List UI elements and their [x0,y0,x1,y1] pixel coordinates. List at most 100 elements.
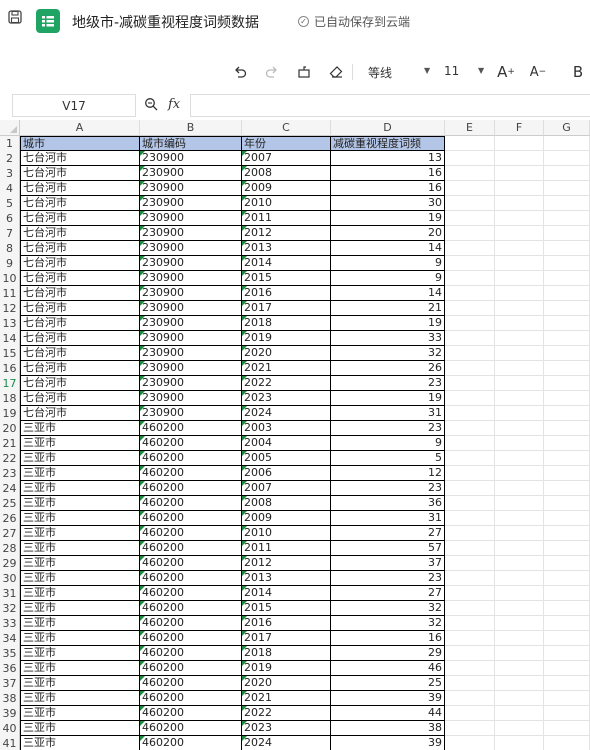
frequency-cell[interactable]: 19 [331,316,445,331]
column-header-g[interactable]: G [544,120,590,136]
city-code-cell[interactable]: 460200 [140,556,242,571]
city-cell[interactable]: 三亚市 [20,631,140,646]
year-cell[interactable]: 2010 [242,526,331,541]
empty-cell[interactable] [544,691,590,706]
row-header[interactable]: 16 [0,361,20,376]
frequency-cell[interactable]: 20 [331,226,445,241]
column-header-a[interactable]: A [20,120,140,136]
city-code-cell[interactable]: 230900 [140,346,242,361]
year-cell[interactable]: 2007 [242,481,331,496]
empty-cell[interactable] [495,481,544,496]
city-code-cell[interactable]: 460200 [140,526,242,541]
empty-cell[interactable] [495,241,544,256]
city-cell[interactable]: 七台河市 [20,391,140,406]
city-cell[interactable]: 七台河市 [20,196,140,211]
header-cell[interactable]: 城市 [20,136,140,151]
year-cell[interactable]: 2024 [242,736,331,750]
empty-cell[interactable] [445,586,495,601]
city-cell[interactable]: 七台河市 [20,256,140,271]
frequency-cell[interactable]: 32 [331,616,445,631]
function-fx-icon[interactable]: fx [168,97,180,112]
city-code-cell[interactable]: 460200 [140,601,242,616]
empty-cell[interactable] [495,721,544,736]
frequency-cell[interactable]: 31 [331,511,445,526]
empty-cell[interactable] [544,301,590,316]
empty-cell[interactable] [495,496,544,511]
year-cell[interactable]: 2022 [242,706,331,721]
empty-cell[interactable] [544,706,590,721]
empty-cell[interactable] [544,136,590,151]
city-code-cell[interactable]: 230900 [140,316,242,331]
city-code-cell[interactable]: 460200 [140,511,242,526]
empty-cell[interactable] [445,601,495,616]
font-size-select[interactable]: 11 [444,64,459,78]
empty-cell[interactable] [495,376,544,391]
empty-cell[interactable] [445,436,495,451]
city-cell[interactable]: 七台河市 [20,226,140,241]
empty-cell[interactable] [495,526,544,541]
city-code-cell[interactable]: 230900 [140,301,242,316]
empty-cell[interactable] [495,466,544,481]
city-code-cell[interactable]: 460200 [140,631,242,646]
empty-cell[interactable] [445,676,495,691]
empty-cell[interactable] [445,451,495,466]
city-code-cell[interactable]: 460200 [140,646,242,661]
year-cell[interactable]: 2004 [242,436,331,451]
frequency-cell[interactable]: 13 [331,151,445,166]
city-code-cell[interactable]: 230900 [140,271,242,286]
city-code-cell[interactable]: 230900 [140,406,242,421]
city-cell[interactable]: 七台河市 [20,406,140,421]
city-cell[interactable]: 七台河市 [20,181,140,196]
document-title[interactable]: 地级市-减碳重视程度词频数据 [72,12,259,32]
empty-cell[interactable] [445,316,495,331]
empty-cell[interactable] [445,511,495,526]
empty-cell[interactable] [544,226,590,241]
format-painter-icon[interactable] [294,62,314,82]
font-family-caret-icon[interactable]: ▼ [424,66,430,75]
city-code-cell[interactable]: 460200 [140,706,242,721]
spreadsheet-grid[interactable]: ABCDEFG 1 2 3 4 5 6 7 8 9 10 11 12 13 14 15 16 17 18 19 20 2… [0,120,590,750]
row-header[interactable]: 13 [0,316,20,331]
city-cell[interactable]: 七台河市 [20,286,140,301]
city-code-cell[interactable]: 230900 [140,391,242,406]
empty-cell[interactable] [445,391,495,406]
city-code-cell[interactable]: 460200 [140,436,242,451]
frequency-cell[interactable]: 29 [331,646,445,661]
empty-cell[interactable] [495,571,544,586]
column-header-f[interactable]: F [495,120,544,136]
row-header[interactable]: 23 [0,466,20,481]
empty-cell[interactable] [495,406,544,421]
city-code-cell[interactable]: 460200 [140,451,242,466]
empty-cell[interactable] [544,481,590,496]
city-code-cell[interactable]: 460200 [140,736,242,750]
frequency-cell[interactable]: 38 [331,721,445,736]
row-header[interactable]: 24 [0,481,20,496]
empty-cell[interactable] [445,481,495,496]
empty-cell[interactable] [445,196,495,211]
empty-cell[interactable] [495,211,544,226]
city-cell[interactable]: 三亚市 [20,466,140,481]
city-cell[interactable]: 七台河市 [20,271,140,286]
city-code-cell[interactable]: 230900 [140,226,242,241]
empty-cell[interactable] [445,631,495,646]
year-cell[interactable]: 2009 [242,181,331,196]
empty-cell[interactable] [495,541,544,556]
empty-cell[interactable] [445,691,495,706]
frequency-cell[interactable]: 14 [331,241,445,256]
row-header[interactable]: 29 [0,556,20,571]
row-header[interactable]: 10 [0,271,20,286]
row-header[interactable]: 14 [0,331,20,346]
year-cell[interactable]: 2011 [242,211,331,226]
empty-cell[interactable] [495,331,544,346]
empty-cell[interactable] [495,226,544,241]
empty-cell[interactable] [445,271,495,286]
city-code-cell[interactable]: 460200 [140,466,242,481]
frequency-cell[interactable]: 39 [331,691,445,706]
empty-cell[interactable] [544,571,590,586]
city-cell[interactable]: 七台河市 [20,151,140,166]
city-cell[interactable]: 三亚市 [20,646,140,661]
year-cell[interactable]: 2019 [242,661,331,676]
frequency-cell[interactable]: 23 [331,481,445,496]
row-header[interactable]: 32 [0,601,20,616]
clear-format-icon[interactable] [326,62,346,82]
